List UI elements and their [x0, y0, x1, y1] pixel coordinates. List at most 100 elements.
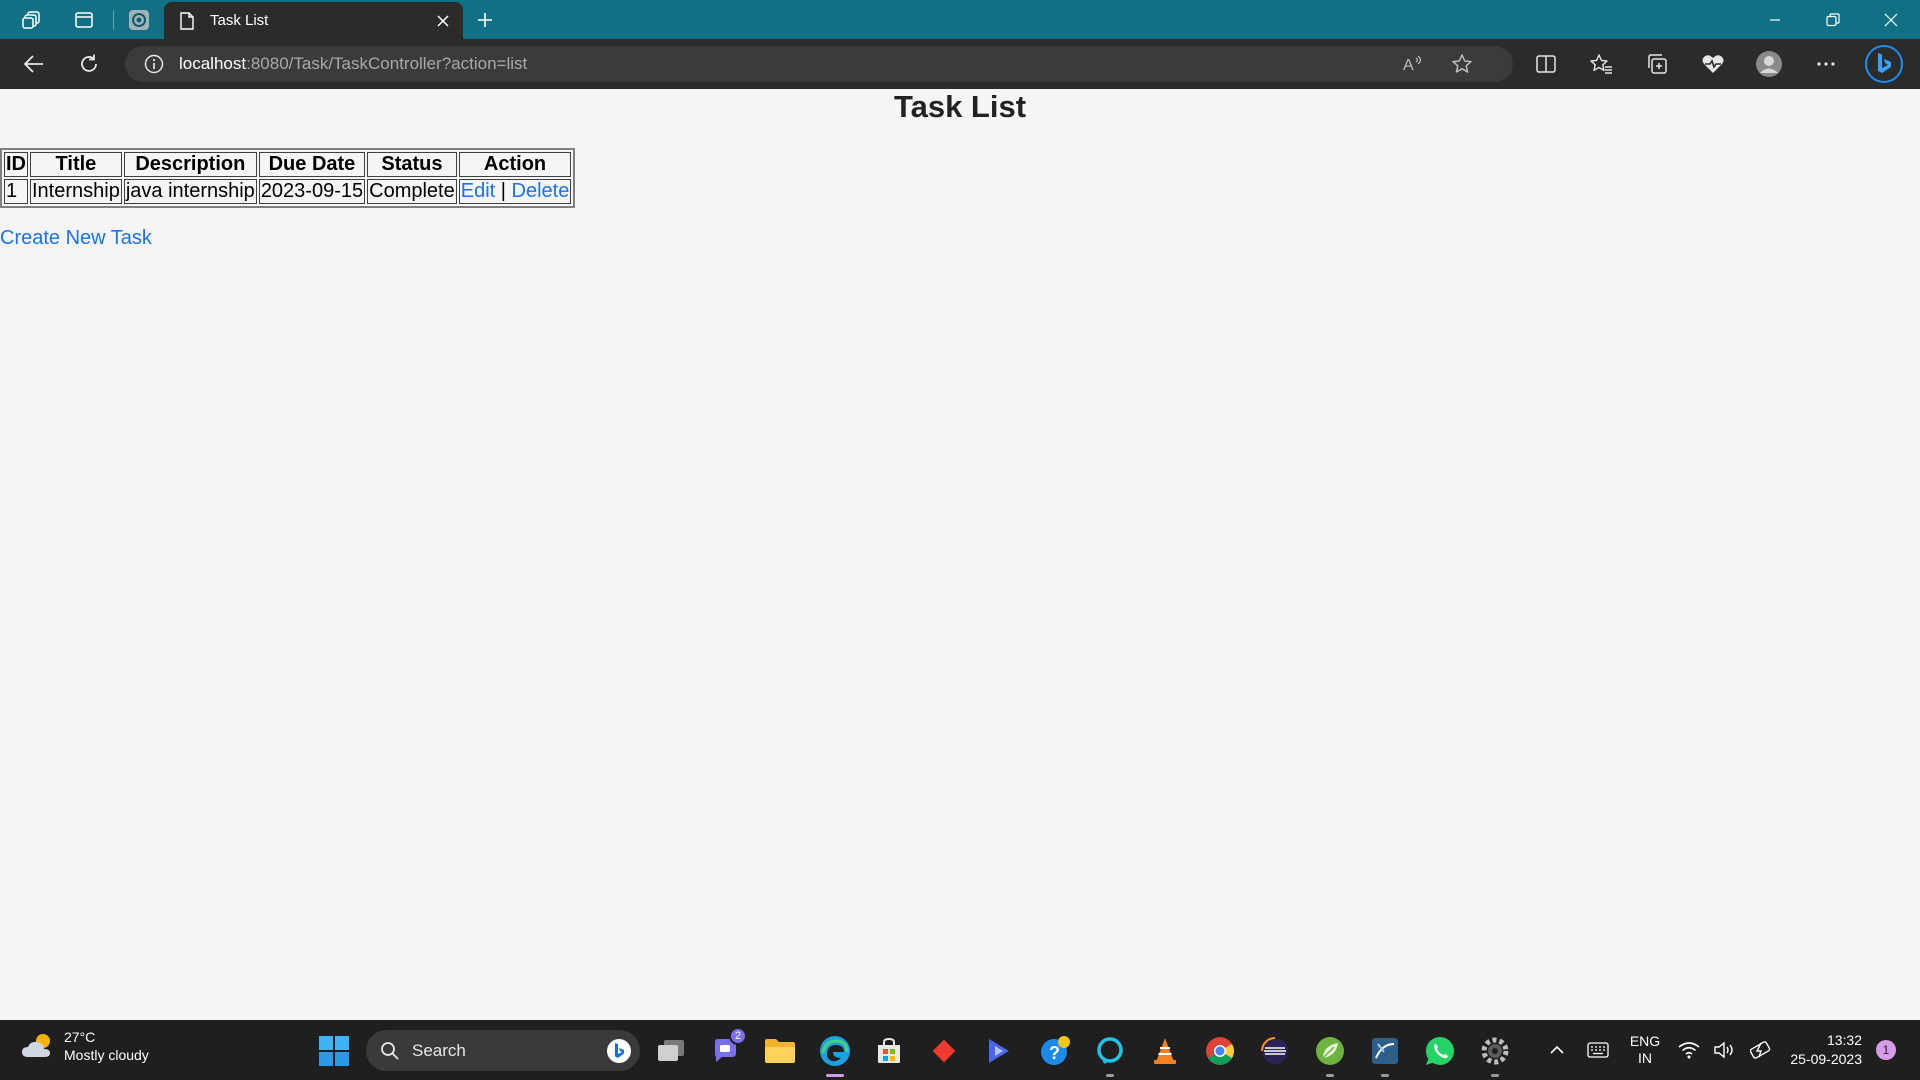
notification-badge: 1: [1876, 1040, 1896, 1060]
cell-status: Complete: [367, 179, 457, 204]
notification-center[interactable]: 1: [1874, 1020, 1898, 1080]
cloudy-weather-icon: [22, 1034, 50, 1057]
pinned-tab-icon[interactable]: [124, 6, 154, 34]
anydesk-icon[interactable]: [927, 1034, 961, 1068]
action-separator: |: [500, 180, 506, 202]
edit-link[interactable]: Edit: [461, 180, 495, 202]
language-code: ENG: [1629, 1033, 1661, 1049]
active-app-indicator: [826, 1074, 844, 1077]
taskbar-search[interactable]: Search: [366, 1030, 640, 1071]
table-header-row: ID Title Description Due Date Status Act…: [4, 152, 572, 177]
column-header-id: ID: [4, 152, 28, 177]
favorite-star-icon[interactable]: [1446, 48, 1478, 80]
profile-avatar-icon[interactable]: [1751, 48, 1787, 80]
read-aloud-icon[interactable]: A: [1397, 48, 1429, 80]
refresh-button[interactable]: [71, 48, 107, 80]
tab-task-list[interactable]: Task List: [164, 2, 463, 39]
microsoft-store-icon[interactable]: [872, 1034, 906, 1068]
show-hidden-icons-chevron-icon[interactable]: [1543, 1020, 1571, 1080]
more-options-icon[interactable]: [1808, 48, 1844, 80]
edge-browser-icon[interactable]: [818, 1034, 852, 1077]
search-icon: [381, 1041, 399, 1060]
spring-tools-icon[interactable]: [1313, 1034, 1347, 1077]
clock-time: 13:32: [1826, 1032, 1862, 1048]
workspaces-icon[interactable]: [17, 6, 47, 34]
column-header-action: Action: [458, 152, 572, 177]
tab-title: Task List: [210, 12, 269, 29]
settings-gear-icon[interactable]: [1478, 1034, 1512, 1077]
page-content: Task List ID Title Description Due Date …: [0, 89, 1920, 1020]
quick-settings[interactable]: [1678, 1020, 1774, 1080]
vertical-tabs-icon[interactable]: [69, 6, 99, 34]
divider: [113, 10, 114, 30]
cell-description: java internship: [123, 179, 257, 204]
column-header-status: Status: [367, 152, 457, 177]
running-app-indicator: [1491, 1074, 1499, 1077]
delete-link[interactable]: Delete: [512, 180, 570, 202]
language-indicator[interactable]: ENG IN: [1624, 1020, 1666, 1080]
whatsapp-icon[interactable]: [1423, 1034, 1457, 1068]
address-bar[interactable]: localhost:8080/Task/TaskController?actio…: [125, 46, 1513, 82]
create-new-task-link[interactable]: Create New Task: [0, 227, 152, 250]
back-button[interactable]: [16, 48, 52, 80]
column-header-due-date: Due Date: [258, 152, 366, 177]
running-app-indicator: [1106, 1074, 1114, 1077]
close-window-button[interactable]: [1863, 0, 1919, 39]
browser-title-bar: Task List: [0, 0, 1920, 39]
teams-chat-icon[interactable]: 2: [709, 1027, 747, 1068]
svg-text:?: ?: [1049, 1043, 1060, 1063]
weather-widget[interactable]: 27°C Mostly cloudy: [20, 1028, 149, 1064]
table-row: 1 Internship java internship 2023-09-15 …: [4, 179, 572, 204]
page-title: Task List: [893, 89, 1027, 124]
file-explorer-icon[interactable]: [763, 1034, 797, 1068]
svg-text:A: A: [1403, 57, 1414, 74]
wifi-icon: [1678, 1042, 1700, 1059]
power-automate-icon[interactable]: [982, 1034, 1016, 1068]
language-region: IN: [1638, 1050, 1652, 1066]
url-path: :8080/Task/TaskController?action=list: [246, 54, 528, 73]
url-text: localhost:8080/Task/TaskController?actio…: [179, 54, 527, 74]
split-screen-icon[interactable]: [1528, 48, 1564, 80]
new-tab-button[interactable]: [470, 6, 500, 34]
chrome-browser-icon[interactable]: [1203, 1034, 1237, 1068]
bing-search-icon: [607, 1038, 631, 1063]
cell-action: Edit | Delete: [458, 179, 572, 204]
mysql-workbench-icon[interactable]: [1368, 1034, 1402, 1077]
eclipse-ide-icon[interactable]: [1258, 1034, 1292, 1068]
get-help-icon[interactable]: ?: [1038, 1034, 1072, 1068]
battery-charging-icon: [1750, 1041, 1771, 1059]
running-app-indicator: [1326, 1074, 1334, 1077]
task-table: ID Title Description Due Date Status Act…: [0, 148, 576, 208]
weather-condition: Mostly cloudy: [64, 1047, 149, 1063]
cell-id: 1: [4, 179, 28, 204]
running-app-indicator: [1381, 1074, 1389, 1077]
vlc-player-icon[interactable]: [1148, 1034, 1182, 1068]
minimize-button[interactable]: [1747, 0, 1803, 39]
browser-toolbar: localhost:8080/Task/TaskController?actio…: [0, 39, 1920, 89]
alexa-icon[interactable]: [1093, 1034, 1127, 1077]
column-header-description: Description: [123, 152, 257, 177]
copilot-bing-icon[interactable]: [1864, 45, 1904, 83]
cell-title: Internship: [30, 179, 122, 204]
search-label: Search: [412, 1040, 466, 1060]
browser-essentials-icon[interactable]: [1695, 48, 1731, 80]
collections-icon[interactable]: [1639, 48, 1675, 80]
windows-start-icon[interactable]: [318, 1035, 350, 1067]
volume-icon: [1714, 1041, 1733, 1059]
favorites-icon[interactable]: [1583, 48, 1619, 80]
windows-taskbar: 27°C Mostly cloudy Search 2 ? ENG IN 13:…: [0, 1020, 1920, 1080]
task-view-icon[interactable]: [654, 1034, 688, 1068]
restore-button[interactable]: [1805, 0, 1861, 39]
weather-temperature: 27°C: [64, 1029, 96, 1045]
touch-keyboard-icon[interactable]: [1582, 1020, 1614, 1080]
clock[interactable]: 13:32 25-09-2023: [1782, 1020, 1862, 1080]
column-header-title: Title: [30, 152, 122, 177]
chat-badge: 2: [729, 1027, 747, 1045]
weather-text: 27°C Mostly cloudy: [64, 1028, 149, 1064]
page-icon: [178, 11, 196, 30]
site-info-icon[interactable]: [143, 53, 165, 75]
url-host: localhost: [179, 54, 247, 73]
close-tab-icon[interactable]: [429, 7, 457, 35]
cell-due-date: 2023-09-15: [258, 179, 366, 204]
clock-date: 25-09-2023: [1790, 1051, 1862, 1067]
